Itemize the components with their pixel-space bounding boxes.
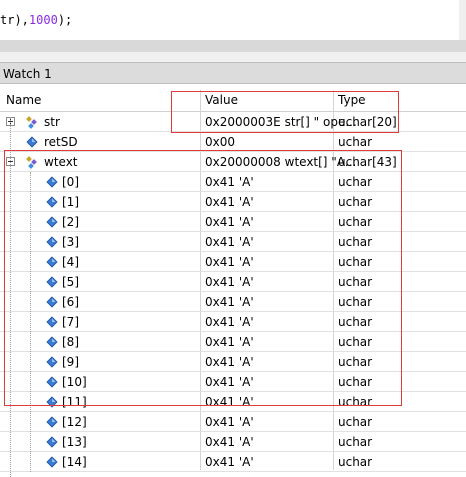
watch-row[interactable]: [14] 0x41 'A' uchar — [0, 452, 466, 472]
variable-icon — [46, 416, 58, 428]
watch-row[interactable]: retSD 0x00 uchar — [0, 132, 466, 152]
watch-name: [14] — [62, 455, 87, 469]
watch-value[interactable]: 0x00 — [205, 135, 235, 149]
watch-value[interactable]: 0x41 'A' — [205, 435, 254, 449]
watch-name: str — [44, 115, 60, 129]
watch-value[interactable]: 0x41 'A' — [205, 455, 254, 469]
watch-title-text: Watch 1 — [3, 67, 52, 81]
column-header-name[interactable]: Name — [6, 93, 41, 107]
highlight-box-str — [171, 91, 399, 133]
variable-icon — [26, 136, 38, 148]
watch-name: retSD — [44, 135, 78, 149]
watch-value[interactable]: 0x41 'A' — [205, 415, 254, 429]
variable-icon — [46, 436, 58, 448]
watch-panel-title: Watch 1 — [0, 62, 466, 84]
code-text-post: ); — [57, 13, 73, 27]
watch-type: uchar — [338, 435, 373, 449]
code-editor[interactable]: tr),1000); — [0, 0, 466, 62]
watch-row[interactable]: [12] 0x41 'A' uchar — [0, 412, 466, 432]
watch-name: [12] — [62, 415, 87, 429]
watch-name: [13] — [62, 435, 87, 449]
highlight-box-wtext — [4, 150, 402, 406]
variable-icon — [46, 456, 58, 468]
watch-type: uchar — [338, 415, 373, 429]
code-text-pre: tr), — [0, 13, 29, 27]
panel-splitter[interactable] — [0, 52, 466, 62]
watch-row[interactable]: [13] 0x41 'A' uchar — [0, 432, 466, 452]
watch-type: uchar — [338, 135, 373, 149]
code-line[interactable]: tr),1000); — [0, 13, 72, 27]
watch-type: uchar — [338, 455, 373, 469]
struct-icon — [26, 116, 38, 129]
editor-horizontal-scrollbar[interactable] — [0, 40, 466, 52]
code-number: 1000 — [28, 13, 58, 27]
